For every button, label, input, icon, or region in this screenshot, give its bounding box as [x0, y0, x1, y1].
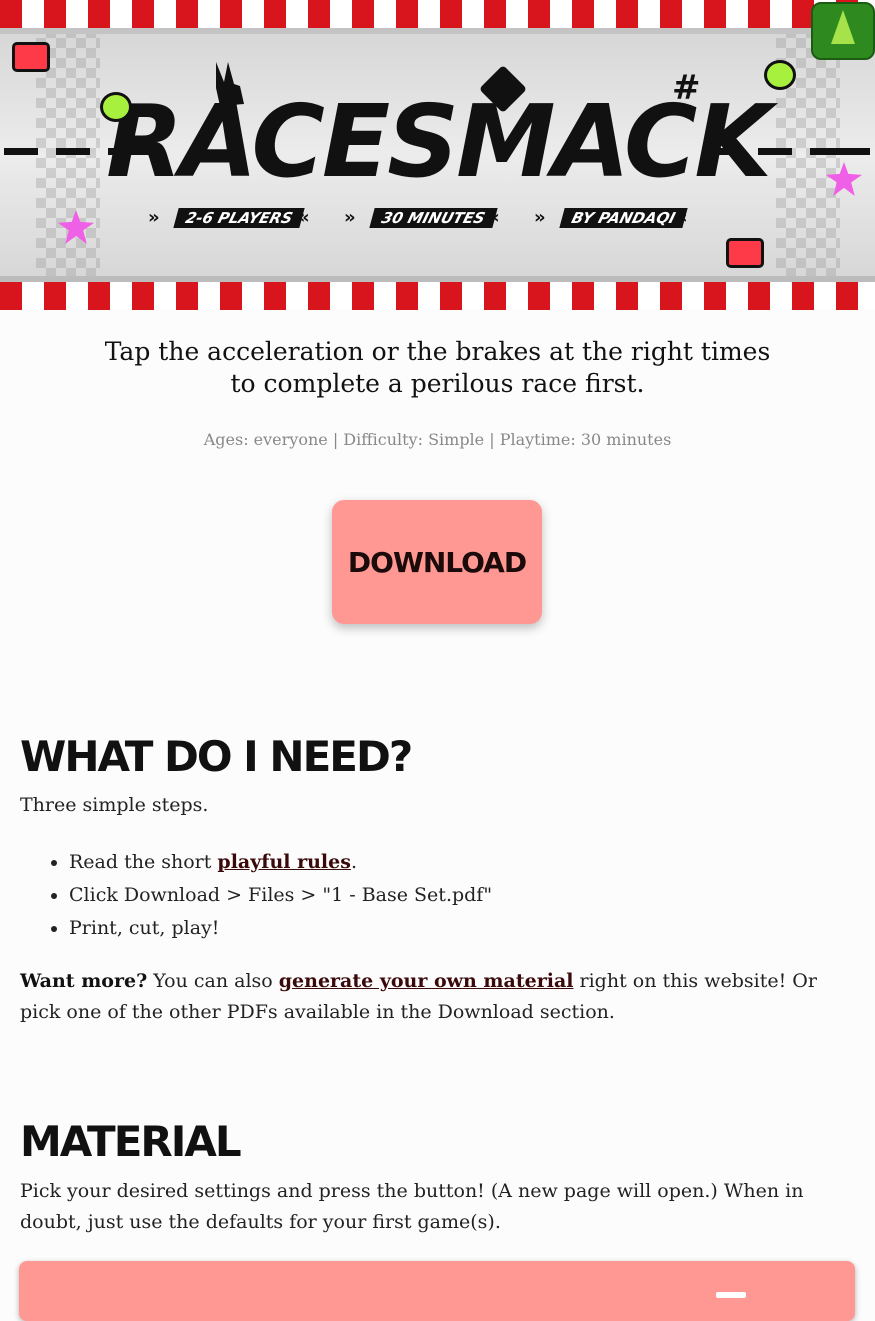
chevrons-icon: » [344, 207, 356, 228]
material-intro: Pick your desired settings and press the… [20, 1180, 804, 1233]
duration-label: 30 MINUTES [369, 208, 498, 228]
list-item: Click Download > Files > "1 - Base Set.p… [69, 879, 492, 912]
red-token-icon [12, 42, 50, 72]
stripe-top [0, 0, 875, 34]
chevrons-icon: » [148, 207, 160, 228]
list-item: Read the short playful rules. [69, 846, 492, 879]
corner-menu-button[interactable] [811, 2, 875, 60]
tagline-line: Tap the acceleration or the brakes at th… [104, 337, 771, 366]
stripe-bottom [0, 276, 875, 310]
generate-material-link[interactable]: generate your own material [279, 970, 574, 992]
want-more-paragraph: Want more? You can also generate your ow… [20, 970, 817, 1023]
chevrons-icon: » [534, 207, 546, 228]
tagline: Tap the acceleration or the brakes at th… [0, 336, 875, 400]
players-label: 2-6 PLAYERS [173, 208, 305, 228]
section-heading-need: WHAT DO I NEED? [20, 732, 413, 781]
hashtag-icon: # [672, 68, 701, 108]
settings-checkbox[interactable] [716, 1292, 746, 1298]
tagline-line: to complete a perilous race first. [230, 369, 645, 398]
header-banner: RACESMACK » 2-6 PLAYERS « » 30 MINUTES «… [0, 0, 875, 310]
traffic-cone-download-icon [831, 10, 855, 44]
green-token-icon [100, 92, 132, 122]
rules-link[interactable]: playful rules [217, 851, 351, 873]
peace-hand-icon [216, 62, 244, 106]
need-intro: Three simple steps. [20, 794, 209, 816]
section-heading-material: MATERIAL [20, 1117, 242, 1166]
author-label: BY PANDAQI [559, 208, 688, 228]
list-item: Print, cut, play! [69, 912, 492, 945]
green-token-icon [764, 60, 796, 90]
chevrons-icon: « [298, 207, 310, 228]
steps-list: Read the short playful rules. Click Down… [20, 846, 492, 945]
settings-panel[interactable] [19, 1261, 855, 1321]
want-more-label: Want more? [20, 970, 148, 992]
chevrons-icon: « [488, 207, 500, 228]
red-token-icon [726, 238, 764, 268]
game-meta: Ages: everyone | Difficulty: Simple | Pl… [203, 430, 672, 449]
chevrons-icon: « [676, 207, 688, 228]
download-button[interactable]: DOWNLOAD [332, 500, 542, 624]
